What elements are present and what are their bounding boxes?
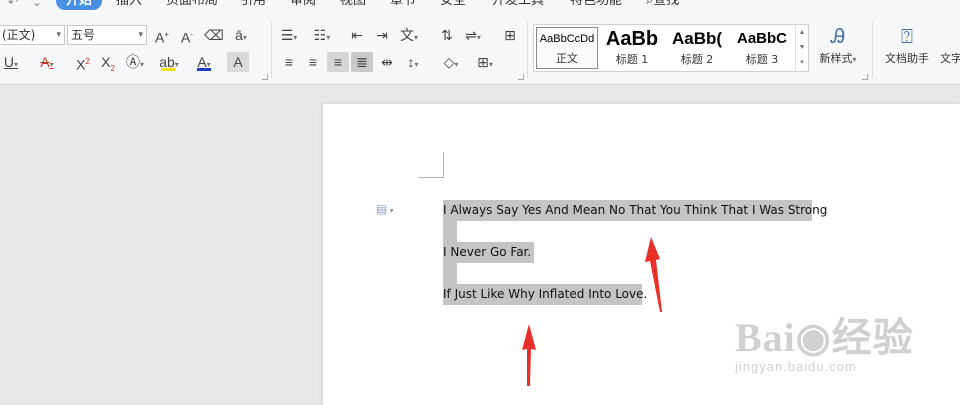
styles-gallery: AaBbCcDd 正文 AaBb 标题 1 AaBb( 标题 2 AaBbC 标… (533, 24, 809, 72)
tab-developer-tools[interactable]: 开发工具 (492, 0, 544, 10)
tab-special-features[interactable]: 特色功能 (570, 0, 622, 10)
style-normal[interactable]: AaBbCcDd 正文 (536, 27, 598, 69)
highlight-color-bar (161, 68, 175, 71)
justify-icon[interactable]: ≣ (351, 52, 373, 72)
shading-icon[interactable]: ◇▾ (440, 52, 462, 72)
clear-format-icon[interactable]: ⌫ (203, 25, 225, 45)
doc-assistant-icon: ⍰ (901, 24, 913, 48)
tab-view[interactable]: 视图 (340, 0, 366, 10)
table-icon[interactable]: ⊞ (499, 25, 521, 45)
new-style-icon: Ꭿ (830, 24, 846, 48)
paragraph-handle-icon[interactable]: ▤ ▾ (376, 202, 394, 216)
undo-icon[interactable]: ↶ (8, 0, 18, 9)
baidu-logo: Bai◉经验 (735, 315, 914, 360)
align-right-icon[interactable]: ≡ (327, 52, 349, 72)
tab-page-layout[interactable]: 页面布局 (166, 0, 218, 10)
selected-empty-line[interactable] (443, 221, 457, 242)
strikethrough-icon[interactable]: A▾ (36, 52, 58, 72)
text-effect-icon[interactable]: Ⓐ▾ (124, 52, 146, 72)
character-shading-icon[interactable]: A (227, 52, 249, 72)
chevron-down-icon: ▾ (56, 30, 61, 40)
font-dialog-launcher[interactable] (262, 74, 268, 80)
grow-font-icon[interactable]: A+ (151, 25, 173, 46)
margin-crop-mark (443, 152, 444, 178)
tab-insert[interactable]: 插入 (116, 0, 142, 10)
sort-icon[interactable]: ⇅ (436, 25, 458, 45)
font-size-select[interactable]: 五号 ▾ (67, 25, 147, 45)
decrease-indent-icon[interactable]: ⇤ (346, 25, 368, 45)
highlight-color-icon[interactable]: ab▾ (158, 52, 180, 72)
ribbon: (正文) ▾ 五号 ▾ A+ A- ⌫ ā▾ U▾ A▾ X2 X2 Ⓐ▾ ab▾ … (0, 16, 960, 85)
selected-text-line-1[interactable]: I Always Say Yes And Mean No That You Th… (443, 200, 827, 221)
new-style-button[interactable]: Ꭿ 新样式▾ (814, 22, 862, 66)
style-heading-2[interactable]: AaBb( 标题 2 (666, 27, 728, 69)
divider (271, 22, 272, 78)
divider (872, 22, 873, 78)
distributed-align-icon[interactable]: ⇹ (376, 52, 398, 72)
borders-icon[interactable]: ⊞▾ (474, 52, 496, 72)
style-heading-1[interactable]: AaBb 标题 1 (600, 27, 664, 69)
superscript-icon[interactable]: X2 (72, 52, 94, 73)
line-spacing-icon[interactable]: ↕▾ (402, 52, 424, 72)
text-tools-button[interactable]: 文字 (940, 22, 960, 66)
shrink-font-icon[interactable]: A- (176, 25, 198, 46)
paragraph-dialog-launcher[interactable] (518, 74, 524, 80)
tab-security[interactable]: 安全 (440, 0, 466, 10)
styles-dialog-launcher[interactable] (862, 74, 868, 80)
style-heading-3[interactable]: AaBbC 标题 3 (730, 27, 794, 69)
increase-indent-icon[interactable]: ⇥ (371, 25, 393, 45)
quick-access-dropdown-icon[interactable]: ⌄ (32, 0, 42, 9)
align-center-icon[interactable]: ≡ (302, 52, 324, 72)
font-color-icon[interactable]: A▾ (193, 52, 215, 72)
doc-assistant-button[interactable]: ⍰ 文档助手 (882, 22, 932, 66)
tab-references[interactable]: 引用 (240, 0, 266, 10)
numbered-list-icon[interactable]: ☷▾ (311, 25, 333, 45)
baidu-watermark: Bai◉经验 jingyan.baidu.com (735, 305, 914, 374)
divider (527, 22, 528, 78)
bullet-list-icon[interactable]: ☰▾ (278, 25, 300, 45)
subscript-icon[interactable]: X2 (97, 52, 119, 73)
chevron-down-icon: ▾ (138, 30, 143, 40)
margin-crop-mark (418, 177, 444, 178)
font-color-bar (197, 68, 211, 71)
tab-home[interactable]: 开始 (56, 0, 103, 10)
show-hide-marks-icon[interactable]: ⇌▾ (462, 25, 484, 45)
tab-review[interactable]: 审阅 (290, 0, 316, 10)
phonetic-guide-icon[interactable]: ā▾ (230, 25, 252, 45)
align-left-icon[interactable]: ≡ (278, 52, 300, 72)
tab-sections[interactable]: 章节 (390, 0, 416, 10)
selected-text-line-3[interactable]: If Just Like Why Inflated Into Love. (443, 284, 647, 305)
chinese-layout-icon[interactable]: 文▾ (398, 25, 420, 45)
menu-bar: ↶ ⌄ 开始 插入 页面布局 引用 审阅 视图 章节 安全 开发工具 特色功能 … (0, 0, 960, 16)
underline-icon[interactable]: U▾ (0, 52, 22, 72)
tab-search[interactable]: ⌕查找 (646, 0, 679, 10)
font-name-select[interactable]: (正文) ▾ (0, 25, 65, 45)
selected-empty-line[interactable] (443, 263, 457, 284)
styles-gallery-scroll[interactable]: ▲ ▼ ▾ (795, 25, 808, 71)
selected-text-line-2[interactable]: I Never Go Far. (443, 242, 534, 263)
